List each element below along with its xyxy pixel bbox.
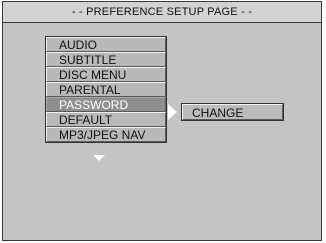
menu-item-disc-menu[interactable]: DISC MENU (46, 67, 166, 82)
menu-item-mp3-jpeg-nav[interactable]: MP3/JPEG NAV (46, 127, 166, 142)
password-submenu: CHANGE (181, 103, 284, 121)
preference-menu: AUDIO SUBTITLE DISC MENU PARENTAL PASSWO… (45, 36, 167, 143)
menu-item-default[interactable]: DEFAULT (46, 112, 166, 127)
scroll-down-icon[interactable] (93, 155, 105, 161)
page-title: - - PREFERENCE SETUP PAGE - - (3, 2, 321, 23)
submenu-item-change[interactable]: CHANGE (182, 104, 283, 120)
preference-setup-screen: - - PREFERENCE SETUP PAGE - - AUDIO SUBT… (2, 1, 322, 241)
submenu-arrow-icon (168, 104, 177, 120)
menu-item-subtitle[interactable]: SUBTITLE (46, 52, 166, 67)
menu-item-parental[interactable]: PARENTAL (46, 82, 166, 97)
menu-item-audio[interactable]: AUDIO (46, 37, 166, 52)
menu-item-password[interactable]: PASSWORD (46, 97, 166, 112)
